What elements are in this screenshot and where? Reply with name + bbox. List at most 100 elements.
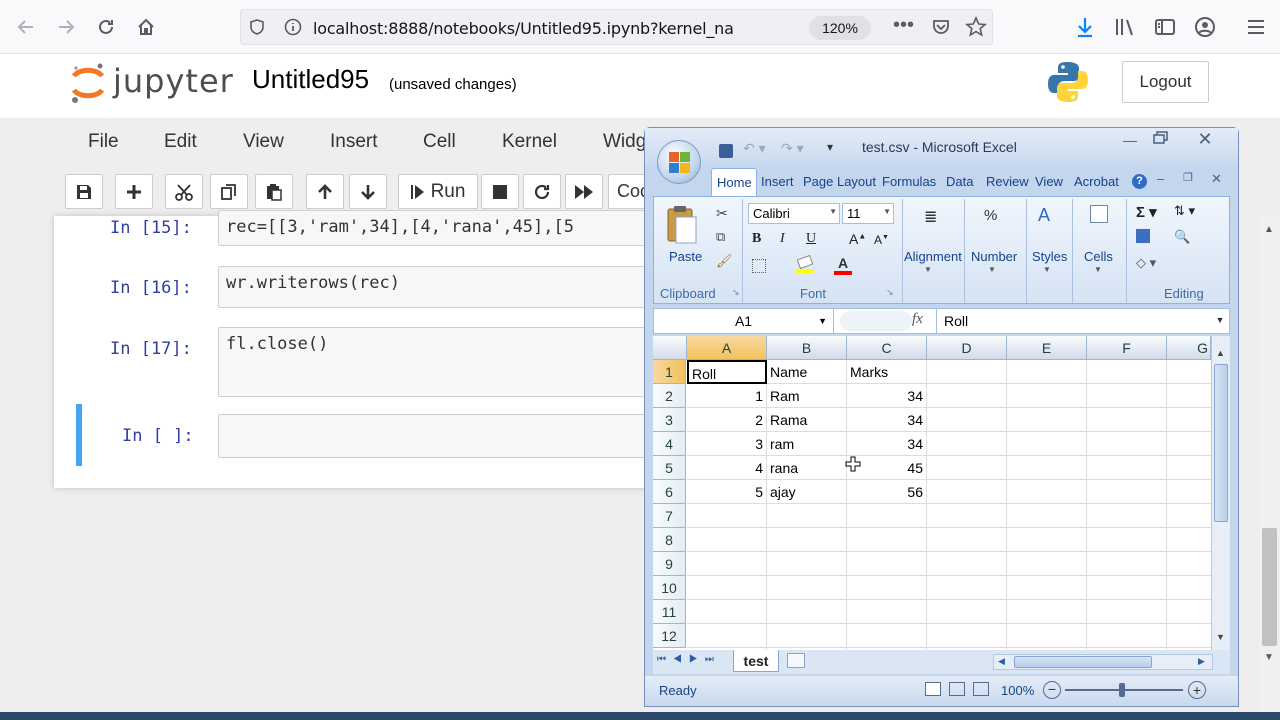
url-text[interactable]: localhost:8888/notebooks/Untitled95.ipyn… (313, 19, 733, 38)
fill-color-icon[interactable] (796, 254, 814, 273)
italic-icon[interactable]: I (780, 231, 785, 247)
row-header[interactable]: 11 (653, 600, 686, 624)
sheet-tab-test[interactable]: test (733, 650, 779, 672)
cell-b4[interactable]: ram (767, 432, 847, 456)
fast-forward-icon[interactable] (565, 174, 603, 209)
menu-file[interactable]: File (88, 131, 119, 153)
cells-dropdown-icon[interactable]: ▼ (1094, 265, 1102, 274)
customize-toolbar-icon[interactable]: ▾ (827, 140, 833, 154)
fill-icon[interactable] (1136, 229, 1150, 243)
cell-a3[interactable]: 2 (687, 408, 767, 432)
select-all-corner[interactable] (653, 336, 687, 360)
bold-icon[interactable]: B (752, 231, 761, 247)
cell-a2[interactable]: 1 (687, 384, 767, 408)
column-header[interactable]: D (927, 336, 1007, 360)
ribbon-minimize-icon[interactable]: – (1157, 171, 1164, 186)
ribbon-tab-acrobat[interactable]: Acrobat (1074, 174, 1119, 189)
logout-button[interactable]: Logout (1122, 61, 1209, 103)
cell-a1[interactable]: Roll (687, 360, 767, 384)
move-down-icon[interactable] (349, 174, 387, 209)
row-header[interactable]: 9 (653, 552, 686, 576)
normal-view-icon[interactable] (925, 682, 941, 696)
run-button[interactable]: Run (398, 174, 478, 209)
scroll-up-icon[interactable]: ▲ (1264, 224, 1274, 235)
scroll-down-icon[interactable]: ▼ (1264, 652, 1274, 663)
excel-titlebar[interactable]: ↶ ▾ ↷ ▾ ▾ test.csv - Microsoft Excel — ✕ (645, 128, 1238, 184)
bookmark-star-icon[interactable] (965, 16, 987, 43)
page-scroll-thumb[interactable] (1262, 528, 1277, 646)
zoom-out-icon[interactable]: − (1043, 681, 1061, 699)
format-painter-icon[interactable]: 🖌 (716, 253, 733, 269)
column-header[interactable]: C (847, 336, 927, 360)
copy-icon[interactable]: ⧉ (716, 229, 725, 245)
hamburger-menu-icon[interactable] (1242, 13, 1270, 41)
cell-c4[interactable]: 34 (847, 432, 927, 456)
account-icon[interactable] (1191, 13, 1219, 41)
help-icon[interactable]: ? (1132, 174, 1147, 189)
autosum-icon[interactable]: Σ ▾ (1136, 203, 1157, 221)
ribbon-tab-page-layout[interactable]: Page Layout (803, 174, 876, 189)
styles-dropdown-icon[interactable]: ▼ (1043, 265, 1051, 274)
styles-icon[interactable]: A (1038, 205, 1050, 226)
ribbon-tab-insert[interactable]: Insert (761, 174, 794, 189)
insert-function-icon[interactable]: fx (912, 311, 923, 328)
cell-a5[interactable]: 4 (687, 456, 767, 480)
scroll-right-icon[interactable]: ▶ (1198, 656, 1205, 667)
code-cell-input[interactable]: wr.writerows(rec) (218, 266, 654, 308)
row-header[interactable]: 12 (653, 624, 686, 648)
row-header[interactable]: 4 (653, 432, 686, 456)
scroll-down-icon[interactable]: ▼ (1216, 632, 1225, 642)
home-icon[interactable] (132, 13, 160, 41)
workbook-close-icon[interactable]: ✕ (1211, 171, 1222, 187)
close-window-icon[interactable]: ✕ (1185, 129, 1225, 151)
pocket-icon[interactable] (931, 17, 951, 42)
ribbon-tab-view[interactable]: View (1035, 174, 1063, 189)
jupyter-logo-text[interactable]: jupyter (113, 62, 234, 100)
grow-font-icon[interactable]: A▲ (849, 231, 866, 247)
menu-insert[interactable]: Insert (330, 131, 378, 153)
restart-icon[interactable] (523, 174, 561, 209)
scroll-left-icon[interactable]: ◀ (998, 656, 1005, 667)
cell-a4[interactable]: 3 (687, 432, 767, 456)
column-header[interactable]: B (767, 336, 847, 360)
cells-label[interactable]: Cells (1084, 249, 1113, 264)
number-dropdown-icon[interactable]: ▼ (988, 265, 996, 274)
paste-label[interactable]: Paste (669, 249, 702, 264)
column-header[interactable]: E (1007, 336, 1087, 360)
stop-icon[interactable] (481, 174, 519, 209)
column-header[interactable]: F (1087, 336, 1167, 360)
scroll-up-icon[interactable]: ▲ (1216, 348, 1225, 358)
cell-c6[interactable]: 56 (847, 480, 927, 504)
row-header[interactable]: 3 (653, 408, 686, 432)
shield-icon[interactable] (248, 18, 266, 41)
code-cell-input-active[interactable] (218, 414, 654, 458)
row-header[interactable]: 8 (653, 528, 686, 552)
excel-vscroll-thumb[interactable] (1214, 364, 1228, 522)
restore-icon[interactable] (1145, 131, 1175, 151)
excel-window[interactable]: ↶ ▾ ↷ ▾ ▾ test.csv - Microsoft Excel — ✕… (644, 127, 1239, 707)
cell-c2[interactable]: 34 (847, 384, 927, 408)
minimize-icon[interactable]: — (1115, 132, 1145, 152)
row-header[interactable]: 2 (653, 384, 686, 408)
column-header[interactable]: G (1167, 336, 1211, 360)
excel-vertical-scrollbar[interactable]: ▲ ▼ (1211, 336, 1230, 650)
menu-edit[interactable]: Edit (164, 131, 197, 153)
expand-formula-icon[interactable]: ▼ (1212, 311, 1228, 329)
add-cell-icon[interactable] (115, 174, 153, 209)
alignment-label[interactable]: Alignment (904, 249, 962, 264)
quick-save-icon[interactable] (719, 144, 733, 158)
zoom-in-icon[interactable]: + (1188, 681, 1206, 699)
cut-icon[interactable] (165, 174, 203, 209)
page-break-view-icon[interactable] (973, 682, 989, 696)
ribbon-tab-home[interactable]: Home (711, 168, 757, 196)
cut-icon[interactable]: ✂ (716, 205, 728, 222)
styles-label[interactable]: Styles (1032, 249, 1067, 264)
row-header[interactable]: 6 (653, 480, 686, 504)
ribbon-tab-data[interactable]: Data (946, 174, 973, 189)
menu-cell[interactable]: Cell (423, 131, 456, 153)
notebook-title[interactable]: Untitled95 (252, 64, 369, 95)
row-header[interactable]: 1 (653, 360, 686, 384)
zoom-percent[interactable]: 100% (1001, 683, 1034, 698)
sheet-navigation-icon[interactable]: ⏮◀▶⏭ (657, 654, 721, 665)
download-icon[interactable] (1071, 13, 1099, 41)
